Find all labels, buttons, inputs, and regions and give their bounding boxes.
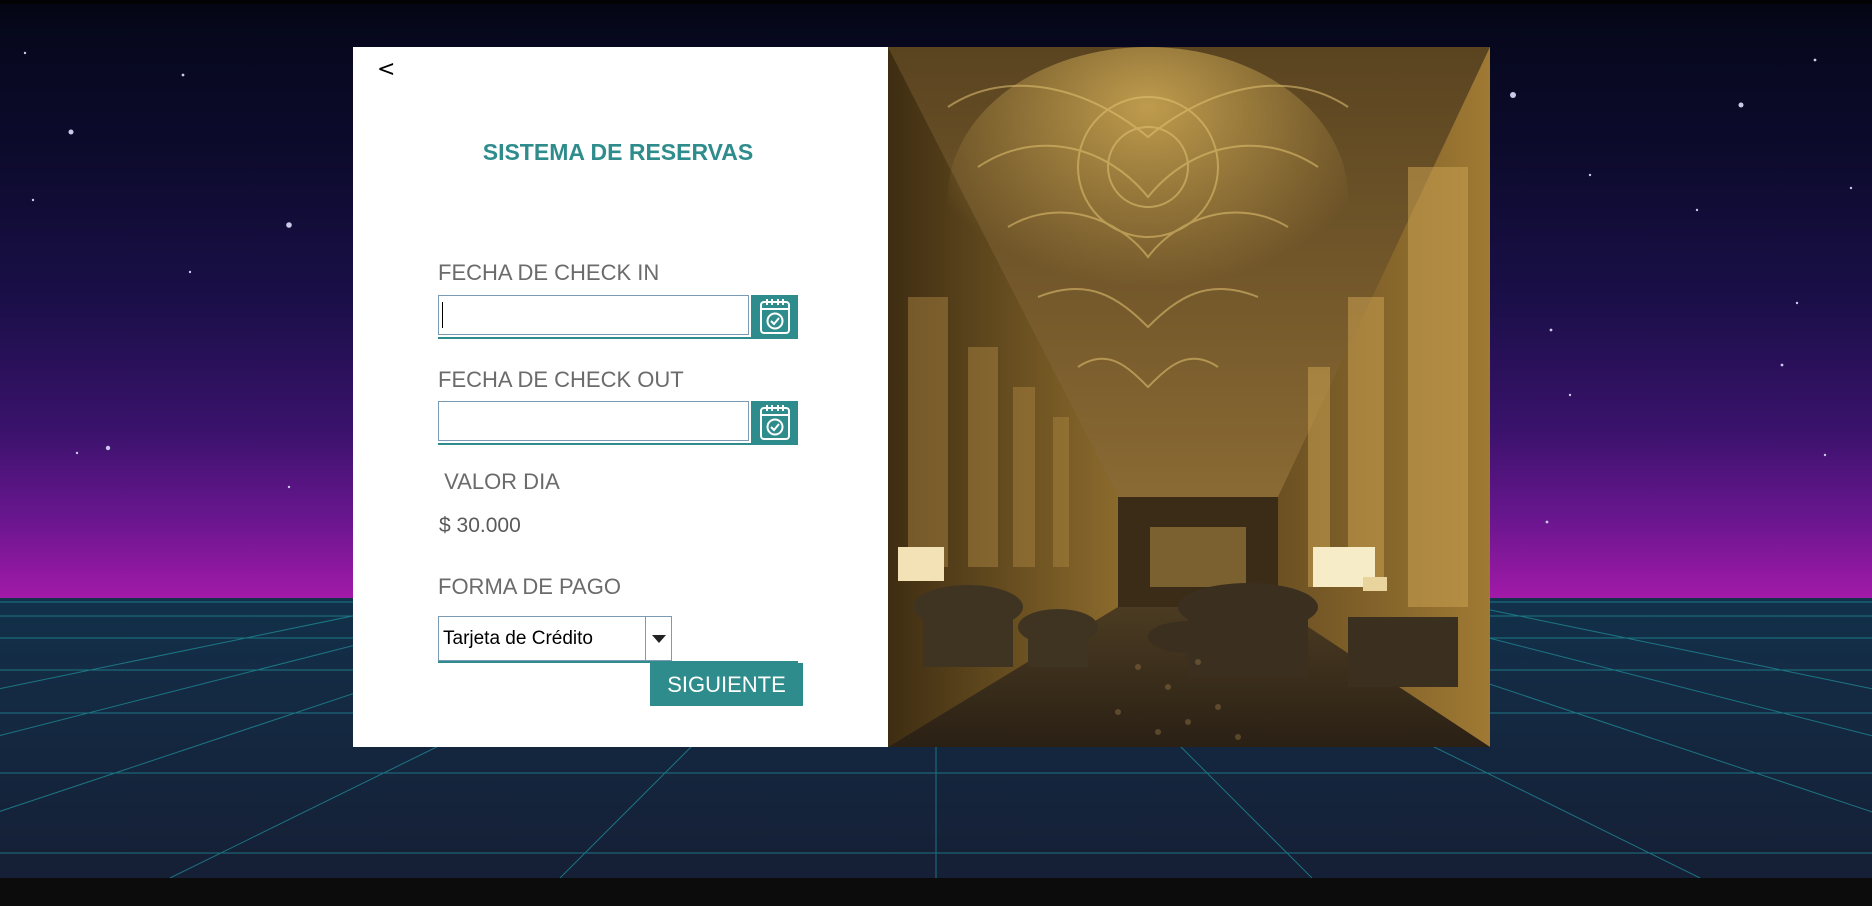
page-title: SISTEMA DE RESERVAS [482, 139, 754, 165]
back-button[interactable]: < [377, 57, 395, 82]
reservation-form-panel: < SISTEMA DE RESERVAS FECHA DE CHECK IN [353, 47, 889, 747]
check-in-field-group [438, 295, 798, 339]
bottom-edge [0, 878, 1872, 906]
chevron-left-icon: < [377, 57, 396, 82]
text-cursor [442, 302, 443, 328]
payment-method-selected: Tarjeta de Crédito [443, 628, 593, 649]
valor-dia-label: VALOR DIA [438, 469, 560, 494]
siguiente-button[interactable]: SIGUIENTE [650, 663, 803, 706]
check-out-calendar-button[interactable] [751, 401, 798, 443]
check-in-label: FECHA DE CHECK IN [438, 260, 660, 285]
valor-dia-value: $ 30.000 [439, 514, 521, 537]
dropdown-button[interactable] [645, 617, 671, 660]
check-out-label: FECHA DE CHECK OUT [438, 367, 684, 392]
forma-pago-label: FORMA DE PAGO [438, 574, 621, 599]
hotel-lobby-image [888, 47, 1490, 747]
payment-method-select[interactable]: Tarjeta de Crédito [438, 616, 672, 661]
app-window: < SISTEMA DE RESERVAS FECHA DE CHECK IN [0, 0, 1872, 906]
calendar-check-icon [759, 299, 790, 334]
payment-field-group: Tarjeta de Crédito [438, 616, 798, 663]
calendar-check-icon [759, 405, 790, 440]
check-out-field-group [438, 401, 798, 445]
check-in-date-input[interactable] [438, 295, 749, 335]
check-out-date-input[interactable] [438, 401, 749, 441]
check-in-calendar-button[interactable] [751, 295, 798, 337]
chevron-down-icon [651, 634, 666, 643]
